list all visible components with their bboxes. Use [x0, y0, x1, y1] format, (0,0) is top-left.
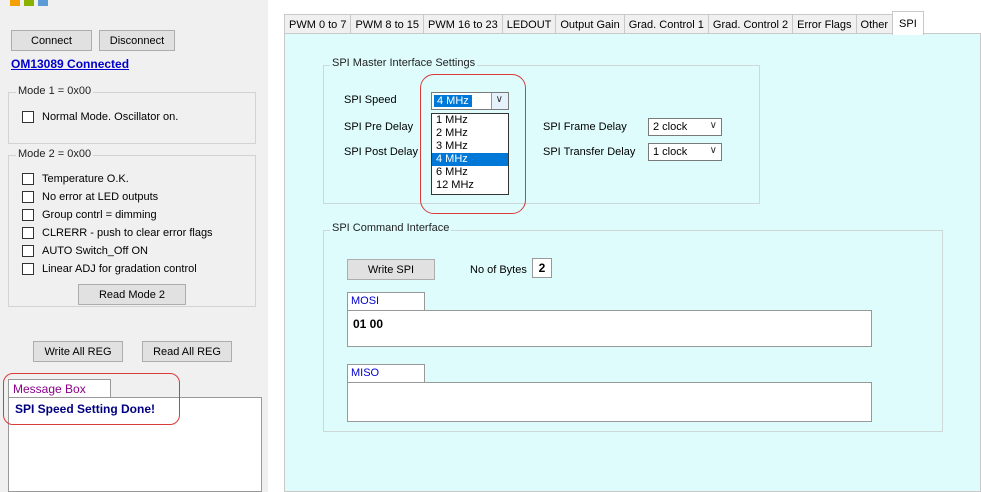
mosi-label: MOSI — [347, 292, 425, 311]
spi-frame-delay-select[interactable]: 2 clock ∨ — [648, 118, 722, 136]
tab-grad-control-1[interactable]: Grad. Control 1 — [623, 14, 709, 34]
tab-ledout[interactable]: LEDOUT — [501, 14, 557, 34]
mode2-clrerr-checkbox[interactable]: CLRERR - push to clear error flags — [22, 227, 213, 239]
read-mode2-button[interactable]: Read Mode 2 — [78, 284, 186, 305]
write-all-reg-button[interactable]: Write All REG — [33, 341, 123, 362]
dropdown-option-3mhz[interactable]: 3 MHz — [432, 140, 508, 153]
checkbox-icon[interactable] — [22, 245, 34, 257]
dropdown-option-12mhz[interactable]: 12 MHz — [432, 179, 508, 192]
bytes-count-label: No of Bytes — [470, 264, 527, 276]
connection-status-link[interactable]: OM13089 Connected — [11, 57, 129, 71]
checkbox-label: AUTO Switch_Off ON — [42, 245, 148, 257]
checkbox-icon[interactable] — [22, 111, 34, 123]
spi-transfer-delay-label: SPI Transfer Delay — [543, 146, 636, 158]
checkbox-icon[interactable] — [22, 209, 34, 221]
mosi-input[interactable]: 01 00 — [347, 310, 872, 347]
tab-pwm-0-7[interactable]: PWM 0 to 7 — [284, 14, 352, 34]
mode2-auto-switch-checkbox[interactable]: AUTO Switch_Off ON — [22, 245, 148, 257]
dropdown-option-6mhz[interactable]: 6 MHz — [432, 166, 508, 179]
spi-frame-delay-value: 2 clock — [653, 121, 688, 133]
tab-grad-control-2[interactable]: Grad. Control 2 — [707, 14, 794, 34]
dropdown-option-2mhz[interactable]: 2 MHz — [432, 127, 508, 140]
dropdown-option-4mhz[interactable]: 4 MHz — [432, 153, 508, 166]
disconnect-button[interactable]: Disconnect — [99, 30, 175, 51]
checkbox-icon[interactable] — [22, 227, 34, 239]
read-all-reg-button[interactable]: Read All REG — [142, 341, 232, 362]
mode2-title: Mode 2 = 0x00 — [16, 148, 94, 160]
spi-frame-delay-label: SPI Frame Delay — [543, 121, 627, 133]
logo — [10, 0, 54, 6]
dropdown-option-1mhz[interactable]: 1 MHz — [432, 114, 508, 127]
miso-output[interactable] — [347, 382, 872, 422]
checkbox-icon[interactable] — [22, 191, 34, 203]
checkbox-label: Linear ADJ for gradation control — [42, 263, 197, 275]
mode2-group-control-checkbox[interactable]: Group contrl = dimming — [22, 209, 157, 221]
mode2-temperature-checkbox[interactable]: Temperature O.K. — [22, 173, 129, 185]
spi-command-title: SPI Command Interface — [330, 222, 452, 234]
chevron-down-icon: ∨ — [709, 120, 717, 131]
spi-speed-label: SPI Speed — [344, 94, 397, 106]
connect-button[interactable]: Connect — [11, 30, 92, 51]
tab-spi[interactable]: SPI — [892, 11, 924, 35]
tab-output-gain[interactable]: Output Gain — [555, 14, 625, 34]
checkbox-label: CLRERR - push to clear error flags — [42, 227, 213, 239]
spi-pre-delay-label: SPI Pre Delay — [344, 121, 414, 133]
mode2-led-error-checkbox[interactable]: No error at LED outputs — [22, 191, 158, 203]
checkbox-label: Temperature O.K. — [42, 173, 129, 185]
tab-other[interactable]: Other — [855, 14, 894, 34]
annotation-ellipse — [3, 373, 180, 425]
write-spi-button[interactable]: Write SPI — [347, 259, 435, 280]
mode1-title: Mode 1 = 0x00 — [16, 85, 94, 97]
miso-label: MISO — [347, 364, 425, 383]
checkbox-icon[interactable] — [22, 173, 34, 185]
left-panel: Connect Disconnect OM13089 Connected Mod… — [0, 0, 268, 492]
tab-error-flags[interactable]: Error Flags — [792, 14, 857, 34]
tab-pwm-8-15[interactable]: PWM 8 to 15 — [350, 14, 425, 34]
tab-pwm-16-23[interactable]: PWM 16 to 23 — [423, 14, 503, 34]
spi-transfer-delay-value: 1 clock — [653, 146, 688, 158]
tab-bar: PWM 0 to 7 PWM 8 to 15 PWM 16 to 23 LEDO… — [284, 11, 924, 35]
spi-speed-dropdown-list[interactable]: 1 MHz 2 MHz 3 MHz 4 MHz 6 MHz 12 MHz — [431, 113, 509, 195]
checkbox-label: No error at LED outputs — [42, 191, 159, 203]
spi-post-delay-label: SPI Post Delay — [344, 146, 418, 158]
chevron-down-icon: ∨ — [709, 145, 717, 156]
checkbox-icon[interactable] — [22, 263, 34, 275]
bytes-count-input[interactable]: 2 — [532, 258, 552, 278]
checkbox-label: Group contrl = dimming — [42, 209, 157, 221]
mode2-linear-adj-checkbox[interactable]: Linear ADJ for gradation control — [22, 263, 197, 275]
checkbox-label: Normal Mode. Oscillator on. — [42, 111, 179, 123]
spi-settings-title: SPI Master Interface Settings — [330, 57, 478, 69]
spi-transfer-delay-select[interactable]: 1 clock ∨ — [648, 143, 722, 161]
mode1-normal-checkbox[interactable]: Normal Mode. Oscillator on. — [22, 111, 178, 123]
